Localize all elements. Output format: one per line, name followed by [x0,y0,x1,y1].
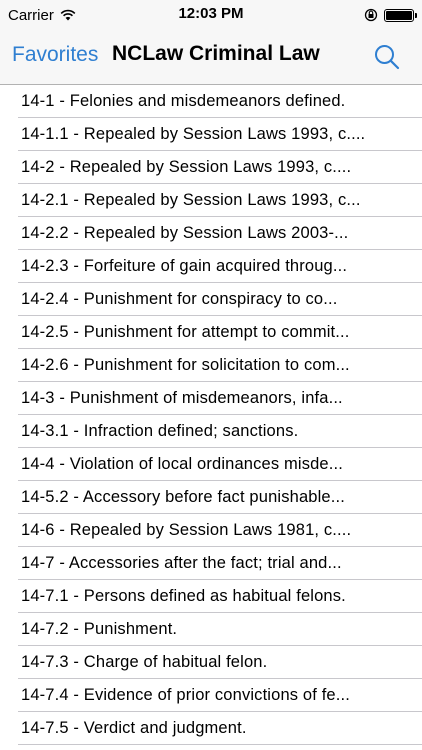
list-item[interactable]: 14-6 - Repealed by Session Laws 1981, c.… [0,514,422,547]
list-item[interactable]: 14-7 - Accessories after the fact; trial… [0,547,422,580]
list-item-label: 14-3.1 - Infraction defined; sanctions. [21,422,299,440]
list-item[interactable]: 14-2.4 - Punishment for conspiracy to co… [0,283,422,316]
list-item-label: 14-7 - Accessories after the fact; trial… [21,554,342,572]
list-item[interactable]: 14-2.5 - Punishment for attempt to commi… [0,316,422,349]
list-item[interactable]: 14-2 - Repealed by Session Laws 1993, c.… [0,151,422,184]
list-item[interactable]: 14-3.1 - Infraction defined; sanctions. [0,415,422,448]
battery-icon [384,8,417,22]
list-item-label: 14-7.3 - Charge of habitual felon. [21,653,268,671]
list-item-label: 14-6 - Repealed by Session Laws 1981, c.… [21,521,352,539]
rotation-lock-icon [364,8,378,22]
status-right [364,5,417,25]
list-item-label: 14-3 - Punishment of misdemeanors, infa.… [21,389,343,407]
list-item[interactable]: 14-7.2 - Punishment. [0,613,422,646]
search-icon[interactable] [372,42,402,72]
list-item-label: 14-2 - Repealed by Session Laws 1993, c.… [21,158,352,176]
list-item[interactable]: 14-7.5 - Verdict and judgment. [0,712,422,745]
list-item[interactable]: 14-1.1 - Repealed by Session Laws 1993, … [0,118,422,151]
list-item-label: 14-4 - Violation of local ordinances mis… [21,455,343,473]
list-item-label: 14-2.5 - Punishment for attempt to commi… [21,323,350,341]
status-bar: Carrier 12:03 PM [0,0,422,30]
list-item-label: 14-1 - Felonies and misdemeanors defined… [21,92,346,110]
list-item-label: 14-7.5 - Verdict and judgment. [21,719,247,737]
page-title: NCLaw Criminal Law [112,42,320,65]
battery-fill [386,10,412,20]
list-item[interactable]: 14-7.3 - Charge of habitual felon. [0,646,422,679]
list-item-label: 14-2.3 - Forfeiture of gain acquired thr… [21,257,348,275]
list-item[interactable]: 14-2.2 - Repealed by Session Laws 2003-.… [0,217,422,250]
list-item-label: 14-2.1 - Repealed by Session Laws 1993, … [21,191,361,209]
list-item-label: 14-2.4 - Punishment for conspiracy to co… [21,290,338,308]
list-item[interactable]: 14-2.1 - Repealed by Session Laws 1993, … [0,184,422,217]
navigation-bar: Favorites NCLaw Criminal Law [0,30,422,85]
favorites-back-button[interactable]: Favorites [12,43,98,67]
list-item-label: 14-7.1 - Persons defined as habitual fel… [21,587,346,605]
list-item-label: 14-7.4 - Evidence of prior convictions o… [21,686,350,704]
statute-list: 14-1 - Felonies and misdemeanors defined… [0,85,422,745]
list-item[interactable]: 14-3 - Punishment of misdemeanors, infa.… [0,382,422,415]
list-item-label: 14-7.2 - Punishment. [21,620,178,638]
list-item[interactable]: 14-7.4 - Evidence of prior convictions o… [0,679,422,712]
list-item-label: 14-5.2 - Accessory before fact punishabl… [21,488,345,506]
list-item[interactable]: 14-5.2 - Accessory before fact punishabl… [0,481,422,514]
list-item[interactable]: 14-1 - Felonies and misdemeanors defined… [0,85,422,118]
list-item-label: 14-1.1 - Repealed by Session Laws 1993, … [21,125,366,143]
list-item-label: 14-2.6 - Punishment for solicitation to … [21,356,350,374]
list-item[interactable]: 14-2.6 - Punishment for solicitation to … [0,349,422,382]
list-item-label: 14-2.2 - Repealed by Session Laws 2003-.… [21,224,349,242]
list-item[interactable]: 14-7.1 - Persons defined as habitual fel… [0,580,422,613]
list-item[interactable]: 14-2.3 - Forfeiture of gain acquired thr… [0,250,422,283]
list-item[interactable]: 14-4 - Violation of local ordinances mis… [0,448,422,481]
status-time: 12:03 PM [178,5,244,22]
